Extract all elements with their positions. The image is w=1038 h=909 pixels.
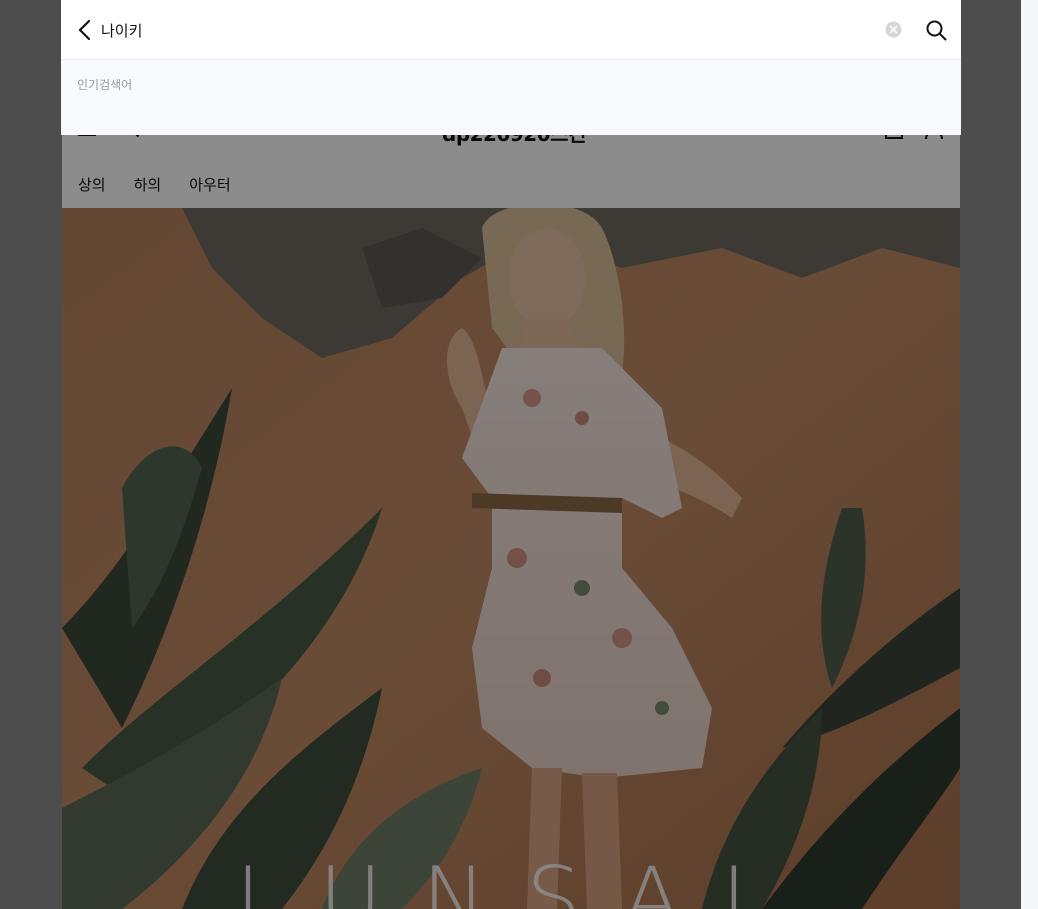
clear-icon[interactable] xyxy=(885,21,902,38)
search-bar xyxy=(61,0,961,60)
chevron-left-icon[interactable] xyxy=(77,19,93,41)
search-input[interactable] xyxy=(101,16,871,44)
scrollbar-track[interactable] xyxy=(1021,0,1038,909)
modal-overlay[interactable] xyxy=(0,0,1021,909)
popular-searches-label: 인기검색어 xyxy=(77,78,133,92)
search-panel: 인기검색어 xyxy=(61,0,961,135)
search-icon[interactable] xyxy=(925,19,947,41)
screen: dp220920스킨 상의 하의 아우터 xyxy=(0,0,1038,909)
